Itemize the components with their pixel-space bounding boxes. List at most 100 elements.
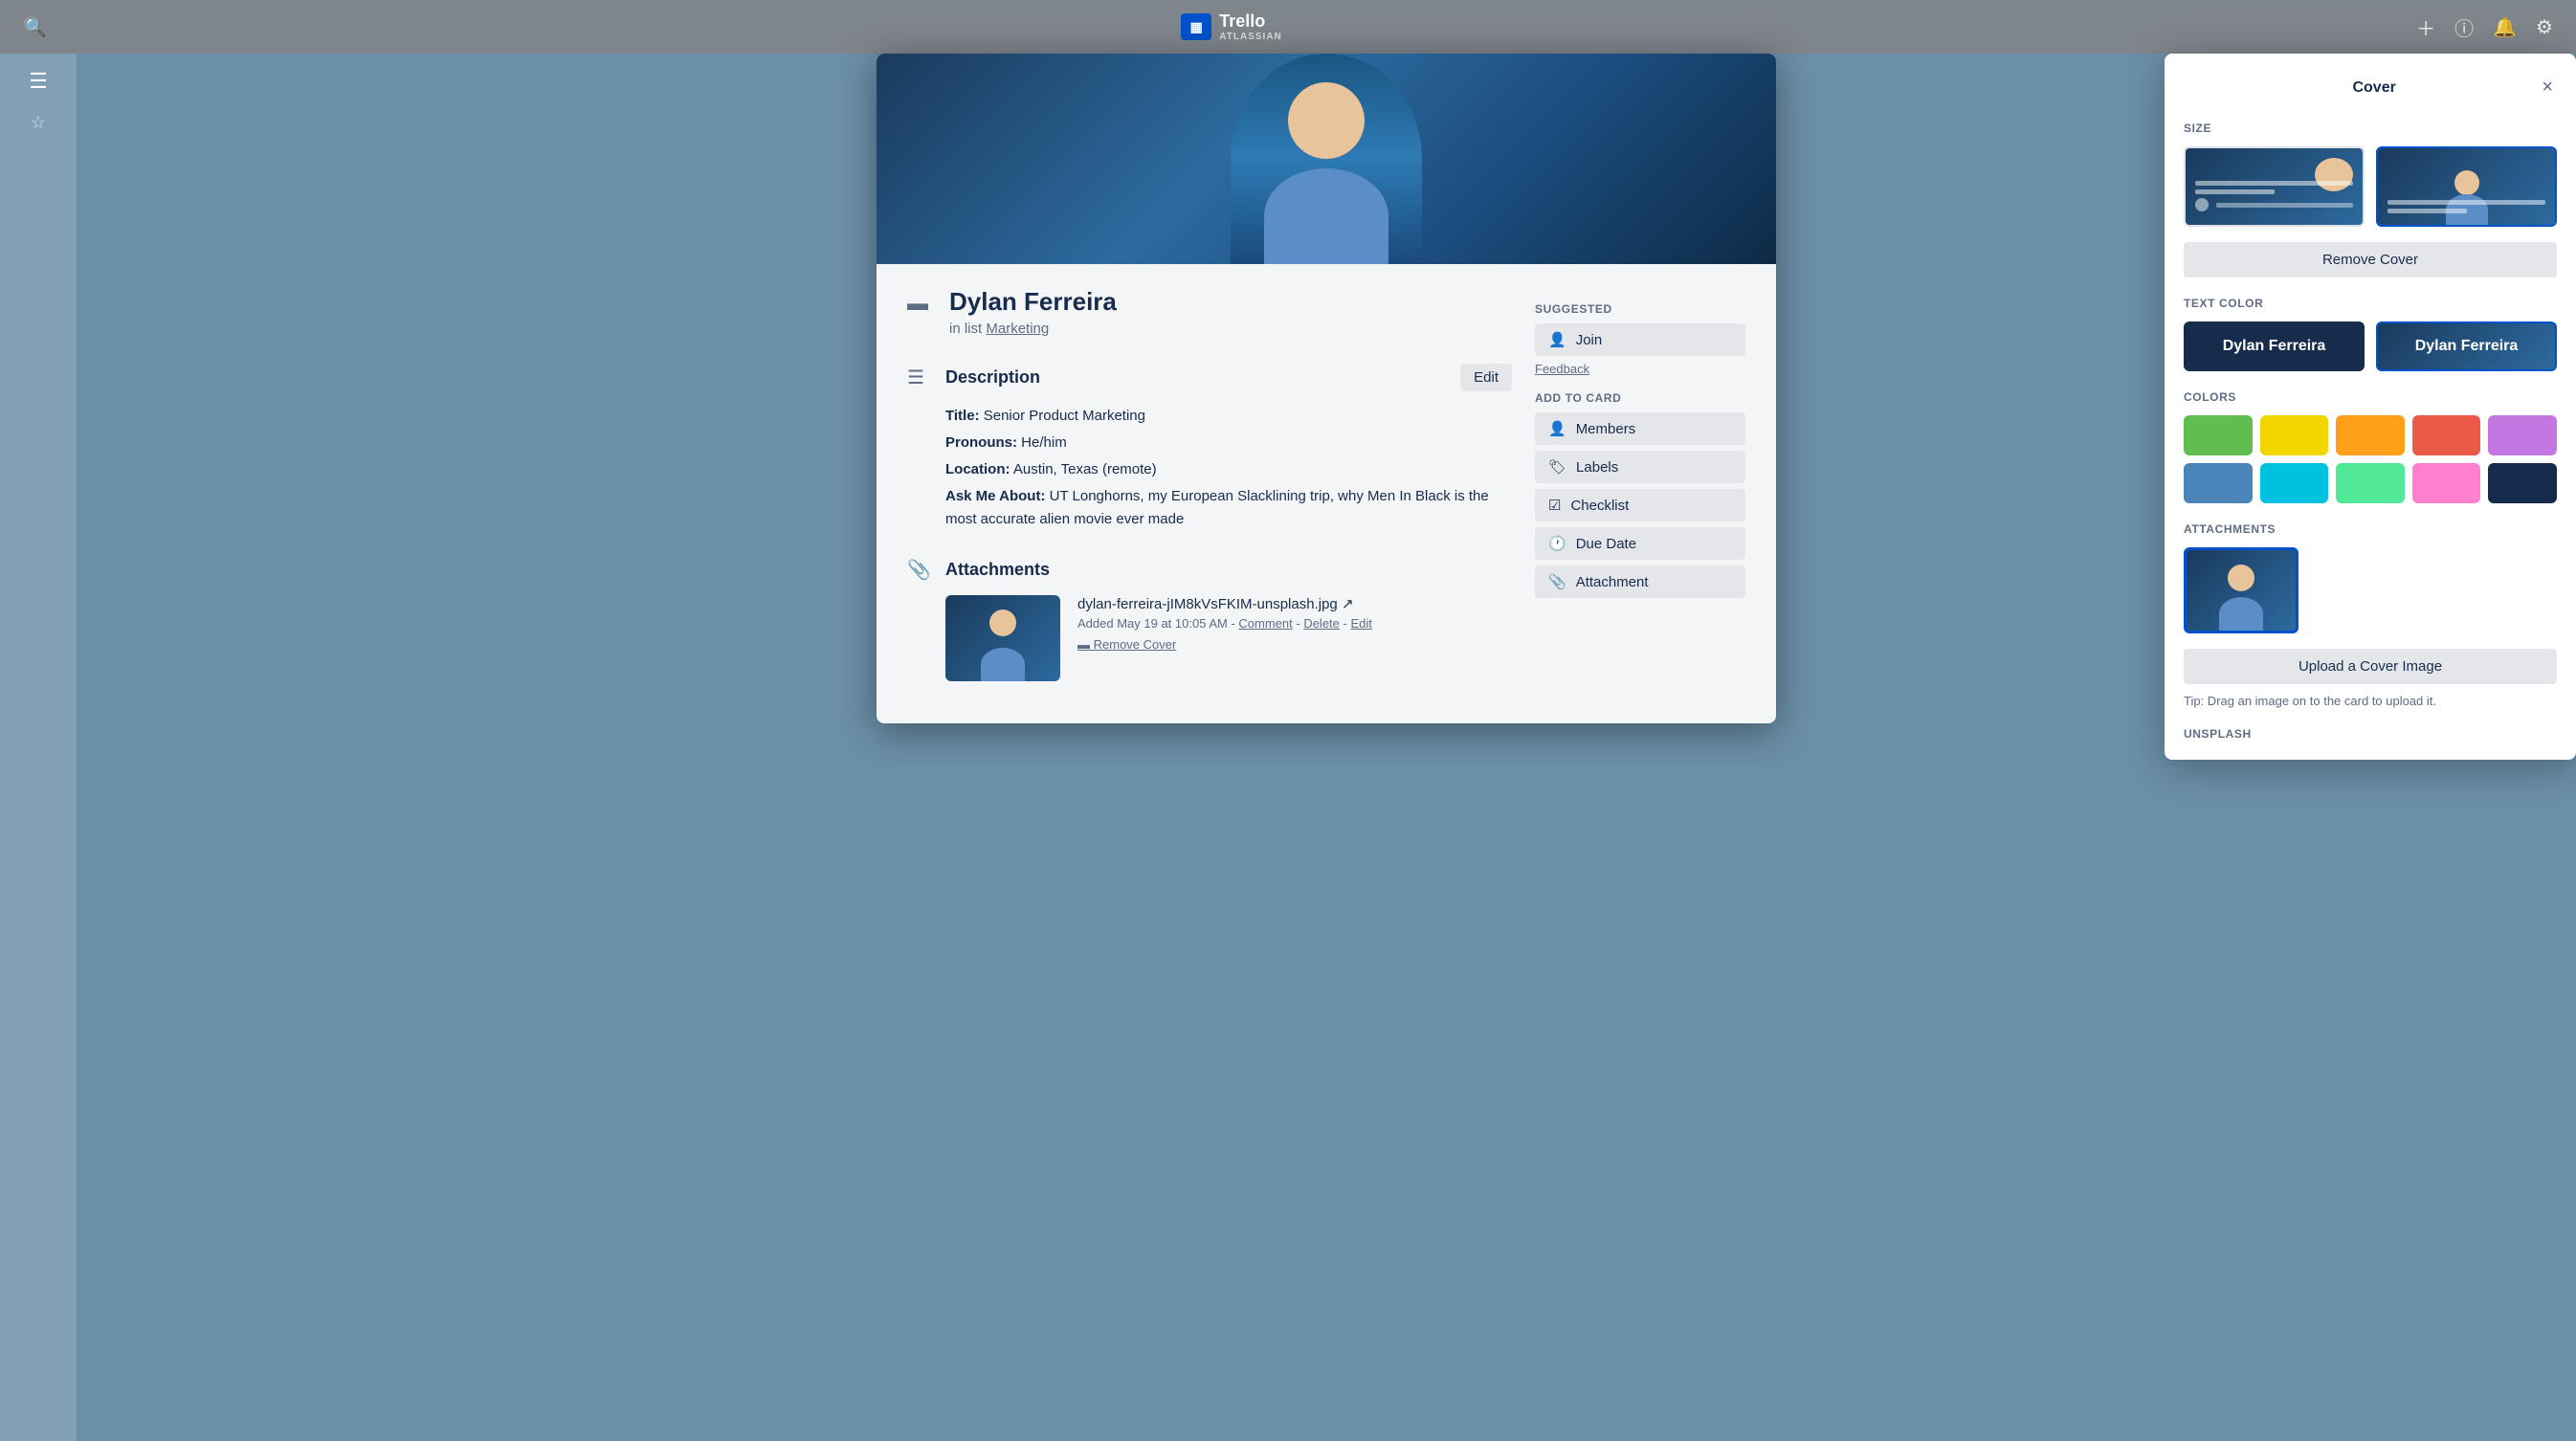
suggested-label: SUGGESTED — [1535, 302, 1745, 316]
remove-cover-button[interactable]: Remove Cover — [2184, 242, 2557, 277]
attachment-item: dylan-ferreira-jIM8kVsFKIM-unsplash.jpg … — [945, 595, 1512, 681]
color-mint[interactable] — [2336, 463, 2405, 503]
card-cover — [877, 54, 1776, 264]
description-content: Title: Senior Product Marketing Pronouns… — [945, 405, 1512, 531]
color-red[interactable] — [2412, 415, 2481, 455]
card-container: ▬ Dylan Ferreira in list Marketing ☰ Des… — [877, 54, 1776, 723]
logo-text: Trello ATLASSIAN — [1219, 11, 1281, 42]
members-button[interactable]: 👤 Members — [1535, 412, 1745, 445]
sidebar-star-icon[interactable]: ☆ — [31, 113, 46, 133]
card-title-row: ▬ Dylan Ferreira in list Marketing — [907, 287, 1512, 337]
members-icon: 👤 — [1548, 420, 1566, 437]
color-pink[interactable] — [2412, 463, 2481, 503]
color-cyan[interactable] — [2260, 463, 2329, 503]
remove-cover-link[interactable]: ▬ Remove Cover — [1077, 637, 1176, 652]
nav-right: ＋ ⓘ 🔔 ⚙ — [2416, 13, 2553, 41]
delete-link[interactable]: Delete — [1303, 616, 1340, 631]
join-icon: 👤 — [1548, 331, 1566, 348]
text-color-light[interactable]: Dylan Ferreira — [2376, 321, 2557, 371]
sidebar-menu-icon[interactable]: ☰ — [29, 69, 48, 94]
colors-label: COLORS — [2184, 390, 2557, 404]
person-body — [1264, 168, 1388, 264]
cover-panel-header: Cover × — [2184, 73, 2557, 102]
upload-cover-button[interactable]: Upload a Cover Image — [2184, 649, 2557, 684]
color-yellow[interactable] — [2260, 415, 2329, 455]
card-list-link[interactable]: Marketing — [986, 321, 1049, 337]
card-content: ▬ Dylan Ferreira in list Marketing ☰ Des… — [877, 264, 1776, 704]
color-orange[interactable] — [2336, 415, 2405, 455]
labels-button[interactable]: 🏷 Labels — [1535, 451, 1745, 483]
preview-line-2 — [2195, 189, 2275, 194]
size-option-small[interactable] — [2184, 146, 2365, 227]
colors-grid — [2184, 415, 2557, 503]
preview-lines-lg — [2387, 200, 2545, 217]
size-option-large[interactable] — [2376, 146, 2557, 227]
color-dark[interactable] — [2488, 463, 2557, 503]
add-to-card-label: ADD TO CARD — [1535, 391, 1745, 405]
attachments-title: Attachments — [945, 560, 1512, 580]
bell-icon[interactable]: 🔔 — [2493, 15, 2517, 39]
comment-link[interactable]: Comment — [1238, 616, 1292, 631]
preview-dot — [2195, 198, 2209, 211]
text-color-options: Dylan Ferreira Dylan Ferreira — [2184, 321, 2557, 371]
trello-logo-icon: ▦ — [1181, 13, 1211, 40]
card-title-text: Dylan Ferreira in list Marketing — [949, 287, 1117, 337]
attachment-sidebar-icon: 📎 — [1548, 573, 1566, 590]
attachment-thumbnail — [945, 595, 1060, 681]
preview-lines-sm — [2195, 181, 2353, 211]
attachment-button[interactable]: 📎 Attachment — [1535, 565, 1745, 598]
left-sidebar: ☰ ☆ — [0, 54, 77, 1441]
card-sidebar: SUGGESTED 👤 Join Feedback ADD TO CARD 👤 … — [1535, 287, 1745, 681]
attachments-panel-label: ATTACHMENTS — [2184, 522, 2557, 536]
attachments-section: 📎 Attachments dylan-ferreira-jIM8kVsFKIM… — [907, 558, 1512, 681]
edit-button[interactable]: Edit — [1460, 364, 1512, 391]
attachment-filename[interactable]: dylan-ferreira-jIM8kVsFKIM-unsplash.jpg … — [1077, 595, 1372, 612]
cover-panel-close[interactable]: × — [2538, 73, 2557, 102]
desc-title: Title: Senior Product Marketing — [945, 405, 1512, 428]
preview-dot-line — [2216, 203, 2353, 208]
card-main: ▬ Dylan Ferreira in list Marketing ☰ Des… — [907, 287, 1535, 681]
size-preview-large — [2378, 148, 2555, 225]
size-label: SIZE — [2184, 122, 2557, 135]
checklist-button[interactable]: ☑ Checklist — [1535, 489, 1745, 521]
panel-thumb-body — [2219, 597, 2263, 631]
search-icon[interactable]: 🔍 — [23, 15, 47, 39]
join-button[interactable]: 👤 Join — [1535, 323, 1745, 356]
cover-person — [1231, 54, 1422, 264]
add-icon[interactable]: ＋ — [2416, 13, 2435, 41]
desc-ask: Ask Me About: UT Longhorns, my European … — [945, 485, 1512, 531]
color-blue[interactable] — [2184, 463, 2253, 503]
cover-panel-title: Cover — [2210, 79, 2538, 97]
description-section: ☰ Description Edit Title: Senior Product… — [907, 364, 1512, 531]
feedback-link[interactable]: Feedback — [1535, 362, 1745, 376]
section-header: ☰ Description Edit — [907, 364, 1512, 391]
trello-logo: ▦ Trello ATLASSIAN — [1181, 11, 1281, 42]
attachments-header: 📎 Attachments — [907, 558, 1512, 582]
attachment-info: dylan-ferreira-jIM8kVsFKIM-unsplash.jpg … — [1077, 595, 1372, 654]
panel-attachment-thumb[interactable] — [2184, 547, 2298, 633]
card-title-icon: ▬ — [907, 291, 934, 316]
panel-attachments — [2184, 547, 2557, 633]
info-icon[interactable]: ⓘ — [2454, 13, 2474, 41]
text-color-dark[interactable]: Dylan Ferreira — [2184, 321, 2365, 371]
edit-link[interactable]: Edit — [1350, 616, 1371, 631]
color-purple[interactable] — [2488, 415, 2557, 455]
description-title: Description — [945, 367, 1449, 388]
nav-center: ▦ Trello ATLASSIAN — [1181, 11, 1281, 42]
color-green[interactable] — [2184, 415, 2253, 455]
preview-line-lg-1 — [2387, 200, 2545, 205]
preview-line-1 — [2195, 181, 2353, 186]
desc-location: Location: Austin, Texas (remote) — [945, 458, 1512, 481]
card-list-label: in list Marketing — [949, 321, 1117, 337]
person-head — [1288, 82, 1365, 159]
checklist-icon: ☑ — [1548, 497, 1561, 514]
thumb-body — [981, 648, 1025, 681]
thumb-head — [989, 610, 1016, 636]
card-title: Dylan Ferreira — [949, 287, 1117, 317]
desc-pronouns: Pronouns: He/him — [945, 432, 1512, 454]
top-nav: 🔍 ▦ Trello ATLASSIAN ＋ ⓘ 🔔 ⚙ — [0, 0, 2576, 54]
description-icon: ☰ — [907, 366, 934, 389]
attachment-icon: 📎 — [907, 558, 934, 582]
due-date-button[interactable]: 🕐 Due Date — [1535, 527, 1745, 560]
settings-icon[interactable]: ⚙ — [2536, 15, 2553, 39]
